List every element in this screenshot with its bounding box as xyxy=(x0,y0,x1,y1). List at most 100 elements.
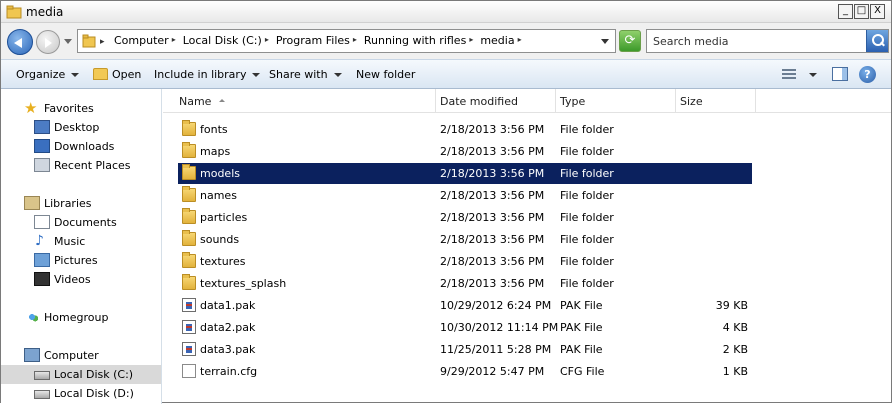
column-filler xyxy=(756,89,891,113)
nav-label: Videos xyxy=(54,273,91,286)
file-name: maps xyxy=(200,145,231,158)
new-folder-button[interactable]: New folder xyxy=(356,68,415,81)
breadcrumb: Computer ▸ Local Disk (C:) ▸ Program Fil… xyxy=(114,34,529,47)
share-with-button[interactable]: Share with xyxy=(269,68,342,81)
forward-button[interactable] xyxy=(36,30,60,54)
file-date: 2/18/2013 3:56 PM xyxy=(440,255,545,268)
file-date: 10/30/2012 11:14 PM xyxy=(440,321,559,334)
chevron-right-icon[interactable]: ▸ xyxy=(469,35,473,48)
nav-downloads[interactable]: Downloads xyxy=(1,137,161,156)
view-options-icon[interactable] xyxy=(782,69,796,80)
file-row[interactable]: data3.pak 11/25/2011 5:28 PM PAK File 2 … xyxy=(178,339,752,360)
nav-computer[interactable]: Computer xyxy=(1,346,161,365)
command-bar: Organize Open Include in library Share w… xyxy=(1,59,891,89)
file-type: File folder xyxy=(560,189,614,202)
file-date: 10/29/2012 6:24 PM xyxy=(440,299,552,312)
recent-pages-dropdown[interactable] xyxy=(64,39,72,44)
breadcrumb-local-disk[interactable]: Local Disk (C:) xyxy=(183,34,262,47)
file-row[interactable]: maps 2/18/2013 3:56 PM File folder xyxy=(178,141,752,162)
search-input[interactable]: Search media xyxy=(646,29,889,53)
nav-local-disk-d[interactable]: Local Disk (D:) xyxy=(1,384,161,403)
column-date-modified[interactable]: Date modified xyxy=(436,89,556,113)
file-size: 1 KB xyxy=(722,365,748,378)
window-title: media xyxy=(26,5,64,19)
include-in-library-button[interactable]: Include in library xyxy=(154,68,261,81)
sort-ascending-icon xyxy=(219,99,226,102)
file-row[interactable]: data2.pak 10/30/2012 11:14 PM PAK File 4… xyxy=(178,317,752,338)
refresh-button[interactable]: ⟳ xyxy=(619,30,641,52)
back-button[interactable] xyxy=(7,29,33,55)
chevron-right-icon[interactable]: ▸ xyxy=(353,35,357,48)
column-name[interactable]: Name xyxy=(163,89,436,113)
pictures-icon xyxy=(34,253,50,267)
file-type: CFG File xyxy=(560,365,605,378)
column-label: Name xyxy=(179,95,212,108)
nav-favorites[interactable]: ★ Favorites xyxy=(1,99,161,118)
preview-pane-icon[interactable] xyxy=(832,67,848,81)
folder-icon xyxy=(182,230,196,246)
file-row[interactable]: data1.pak 10/29/2012 6:24 PM PAK File 39… xyxy=(178,295,752,316)
file-date: 9/29/2012 5:47 PM xyxy=(440,365,545,378)
navigation-row: ▸ Computer ▸ Local Disk (C:) ▸ Program F… xyxy=(1,23,891,59)
file-row[interactable]: names 2/18/2013 3:56 PM File folder xyxy=(178,185,752,206)
nav-homegroup[interactable]: Homegroup xyxy=(1,308,161,327)
file-type: File folder xyxy=(560,233,614,246)
nav-label: Documents xyxy=(54,216,117,229)
chevron-right-icon[interactable]: ▸ xyxy=(265,35,269,48)
file-type: File folder xyxy=(560,167,614,180)
folder-icon xyxy=(182,142,196,158)
homegroup-icon xyxy=(24,310,40,324)
help-icon[interactable]: ? xyxy=(859,66,876,83)
chevron-right-icon[interactable]: ▸ xyxy=(518,35,522,48)
chevron-down-icon[interactable] xyxy=(809,73,817,77)
file-row[interactable]: textures_splash 2/18/2013 3:56 PM File f… xyxy=(178,273,752,294)
file-date: 2/18/2013 3:56 PM xyxy=(440,233,545,246)
file-name: sounds xyxy=(200,233,240,246)
breadcrumb-running-with-rifles[interactable]: Running with rifles xyxy=(364,34,466,47)
breadcrumb-program-files[interactable]: Program Files xyxy=(276,34,350,47)
file-date: 2/18/2013 3:56 PM xyxy=(440,189,545,202)
file-row-selected[interactable]: models 2/18/2013 3:56 PM File folder xyxy=(178,163,752,184)
file-row[interactable]: fonts 2/18/2013 3:56 PM File folder xyxy=(178,119,752,140)
desktop-icon xyxy=(34,120,50,134)
open-button[interactable]: Open xyxy=(93,68,141,81)
column-type[interactable]: Type xyxy=(556,89,676,113)
maximize-button[interactable]: □ xyxy=(854,4,869,19)
breadcrumb-media[interactable]: media xyxy=(480,34,514,47)
column-size[interactable]: Size xyxy=(676,89,756,113)
nav-pictures[interactable]: Pictures xyxy=(1,251,161,270)
file-row[interactable]: particles 2/18/2013 3:56 PM File folder xyxy=(178,207,752,228)
address-bar[interactable]: ▸ Computer ▸ Local Disk (C:) ▸ Program F… xyxy=(77,29,616,53)
organize-button[interactable]: Organize xyxy=(16,68,80,81)
address-history-dropdown[interactable] xyxy=(601,39,609,44)
organize-label: Organize xyxy=(16,68,66,81)
breadcrumb-computer[interactable]: Computer xyxy=(114,34,169,47)
file-row[interactable]: textures 2/18/2013 3:56 PM File folder xyxy=(178,251,752,272)
file-row[interactable]: sounds 2/18/2013 3:56 PM File folder xyxy=(178,229,752,250)
minimize-button[interactable]: _ xyxy=(838,4,853,19)
nav-documents[interactable]: Documents xyxy=(1,213,161,232)
file-name: names xyxy=(200,189,237,202)
folder-icon xyxy=(182,208,196,224)
file-type: File folder xyxy=(560,145,614,158)
nav-videos[interactable]: Videos xyxy=(1,270,161,289)
chevron-right-icon[interactable]: ▸ xyxy=(100,37,105,47)
libraries-icon xyxy=(24,196,40,210)
nav-local-disk-c[interactable]: Local Disk (C:) xyxy=(1,365,161,384)
search-placeholder: Search media xyxy=(653,35,729,48)
nav-label: Computer xyxy=(44,349,99,362)
close-button[interactable]: X xyxy=(870,4,885,19)
open-folder-icon xyxy=(93,68,108,80)
file-name: terrain.cfg xyxy=(200,365,258,378)
nav-recent-places[interactable]: Recent Places xyxy=(1,156,161,175)
pak-file-icon xyxy=(182,320,196,334)
nav-libraries[interactable]: Libraries xyxy=(1,194,161,213)
star-icon: ★ xyxy=(24,99,38,117)
search-icon[interactable] xyxy=(866,30,888,52)
nav-desktop[interactable]: Desktop xyxy=(1,118,161,137)
file-row[interactable]: terrain.cfg 9/29/2012 5:47 PM CFG File 1… xyxy=(178,361,752,382)
chevron-right-icon[interactable]: ▸ xyxy=(172,35,176,48)
nav-music[interactable]: ♪ Music xyxy=(1,232,161,251)
file-name: models xyxy=(200,167,240,180)
file-date: 11/25/2011 5:28 PM xyxy=(440,343,552,356)
